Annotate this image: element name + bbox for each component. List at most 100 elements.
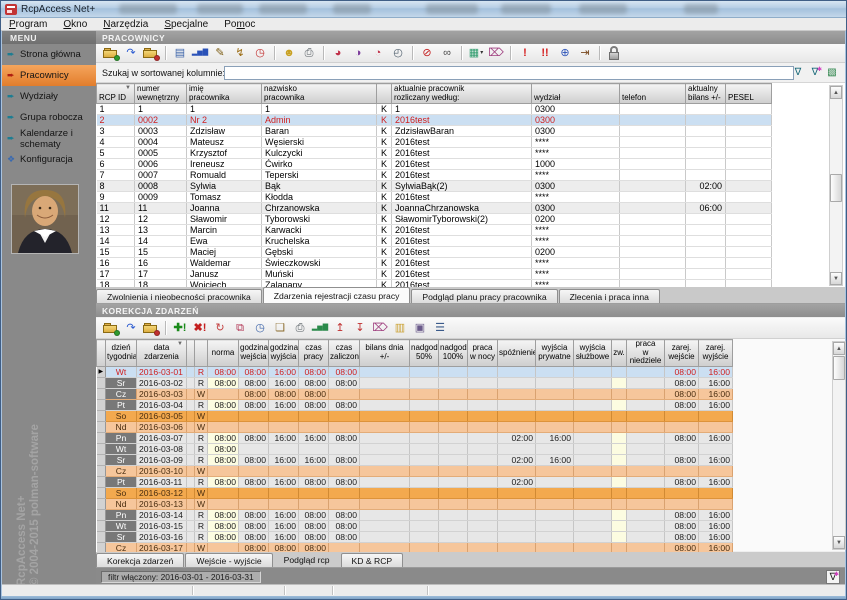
column-header[interactable]: aktualnie pracownik rozliczany według:: [392, 84, 532, 104]
column-header[interactable]: czas pracy: [299, 340, 329, 367]
color-grid-icon[interactable]: ▦▾: [467, 45, 485, 61]
exit-person-icon[interactable]: ⇥: [576, 45, 594, 61]
rcp-report-crimson-icon[interactable]: ◔: [369, 45, 387, 61]
event-row[interactable]: Wt2016-03-08R08:00: [97, 443, 733, 454]
undo-icon[interactable]: ↷: [122, 45, 140, 61]
employee-row[interactable]: 1212SławomirTyborowskiKSławomirTyborowsk…: [97, 214, 772, 225]
event-row[interactable]: ▶Wt2016-03-01R08:0008:0016:0008:0008:000…: [97, 366, 733, 377]
column-header[interactable]: godzina wyjścia: [269, 340, 299, 367]
refresh-icon[interactable]: ↻: [211, 320, 229, 336]
column-header[interactable]: telefon: [620, 84, 686, 104]
event-row[interactable]: Cz2016-03-10W: [97, 465, 733, 476]
zoom-in-icon[interactable]: ⊕: [556, 45, 574, 61]
delete-event-icon[interactable]: ✖!: [191, 320, 209, 336]
to-bottom-icon[interactable]: ↧: [351, 320, 369, 336]
binoculars-icon[interactable]: ∞: [438, 45, 456, 61]
tab-zwolnienia-i-nieobecności-pracownika[interactable]: Zwolnienia i nieobecności pracownika: [96, 289, 262, 303]
sidebar-item-grupa-robocza[interactable]: ➨Grupa robocza: [2, 107, 96, 128]
event-row[interactable]: Sr2016-03-02R08:0008:0016:0008:0008:0008…: [97, 377, 733, 388]
column-header[interactable]: RCP ID▼: [97, 84, 135, 104]
column-header[interactable]: PESEL: [726, 84, 772, 104]
open-folder-icon[interactable]: [102, 45, 120, 61]
import-folder-icon[interactable]: [142, 45, 160, 61]
copy-icon[interactable]: ❏: [271, 320, 289, 336]
column-header[interactable]: spóźnienie: [498, 340, 536, 367]
scheme-icon[interactable]: ⧉: [231, 320, 249, 336]
event-row[interactable]: Pn2016-03-07R08:0008:0016:0016:0008:0002…: [97, 432, 733, 443]
scroll-thumb[interactable]: [833, 356, 845, 380]
column-header[interactable]: wyjścia prywatne: [536, 340, 574, 367]
employee-row[interactable]: 1111K10300: [97, 104, 772, 115]
filter-button[interactable]: ∇✱: [826, 570, 840, 584]
filter-icon[interactable]: ∇: [791, 66, 805, 80]
employee-row[interactable]: 90009TomaszKłoddaK2016test****: [97, 192, 772, 203]
clock-icon[interactable]: ◷: [251, 320, 269, 336]
events-scrollbar[interactable]: ▲ ▼: [832, 341, 846, 550]
employee-row[interactable]: 30003ZdzisławBaranKZdzisławBaran0300: [97, 126, 772, 137]
scroll-up-icon[interactable]: ▲: [833, 342, 845, 355]
scroll-down-icon[interactable]: ▼: [830, 272, 842, 285]
column-header[interactable]: aktualny bilans +/-: [686, 84, 726, 104]
column-header[interactable]: norma: [208, 340, 239, 367]
edit-icon[interactable]: ✎: [211, 45, 229, 61]
scroll-up-icon[interactable]: ▲: [830, 86, 842, 99]
column-header[interactable]: [187, 340, 195, 367]
employee-row[interactable]: 20002Nr 2AdminK2016test0300: [97, 115, 772, 126]
column-header[interactable]: nadgodz. 50%: [410, 340, 439, 367]
column-header[interactable]: praca w nocy: [468, 340, 498, 367]
rcp-report-purple-icon[interactable]: ◑: [349, 45, 367, 61]
double-alert-icon[interactable]: !!: [536, 45, 554, 61]
tab-podgląd-planu-pracy-pracownika[interactable]: Podgląd planu pracy pracownika: [411, 289, 557, 303]
employee-row[interactable]: 70007RomualdTeperskiK2016test****: [97, 170, 772, 181]
event-row[interactable]: Nd2016-03-13W: [97, 498, 733, 509]
column-header[interactable]: wyjścia służbowe: [574, 340, 612, 367]
open-folder-icon[interactable]: [102, 320, 120, 336]
employee-row[interactable]: 40004MateuszWęsierskiK2016test****: [97, 137, 772, 148]
eraser-icon[interactable]: ⌦: [487, 45, 505, 61]
employee-row[interactable]: 80008SylwiaBąkKSylwiaBąk(2)030002:00: [97, 181, 772, 192]
event-row[interactable]: So2016-03-12W: [97, 487, 733, 498]
employees-scrollbar[interactable]: ▲ ▼: [829, 85, 843, 286]
operations-icon[interactable]: ↯: [231, 45, 249, 61]
card-index-icon[interactable]: ▤: [171, 45, 189, 61]
sidebar-item-wydziały[interactable]: ➨Wydziały: [2, 86, 96, 107]
employee-row[interactable]: 1515MaciejGębskiK2016test0200: [97, 247, 772, 258]
event-row[interactable]: Cz2016-03-03W08:0008:0008:0008:0016:00: [97, 388, 733, 399]
sidebar-item-konfiguracja[interactable]: ❖Konfiguracja: [2, 149, 96, 170]
event-row[interactable]: Sr2016-03-09R08:0008:0016:0016:0008:0002…: [97, 454, 733, 465]
add-event-icon[interactable]: ✚!: [171, 320, 189, 336]
scroll-down-icon[interactable]: ▼: [833, 536, 845, 549]
import-folder-icon[interactable]: [142, 320, 160, 336]
tab-zdarzenia-rejestracji-czasu-pracy[interactable]: Zdarzenia rejestracji czasu pracy: [263, 287, 411, 303]
scroll-thumb[interactable]: [830, 174, 842, 202]
menu-specjalne[interactable]: Specjalne: [156, 19, 216, 30]
employee-row[interactable]: 1111JoannaChrzanowskaKJoannaChrzanowska0…: [97, 203, 772, 214]
undo-icon[interactable]: ↷: [122, 320, 140, 336]
sidebar-item-strona-główna[interactable]: ➨Strona główna: [2, 44, 96, 65]
badge-icon[interactable]: ▥: [391, 320, 409, 336]
to-top-icon[interactable]: ↥: [331, 320, 349, 336]
menu-pomoc[interactable]: Pomoc: [216, 19, 263, 30]
column-header[interactable]: nazwisko pracownika: [262, 84, 377, 104]
clock-icon[interactable]: ◴: [389, 45, 407, 61]
event-row[interactable]: Pn2016-03-14R08:0008:0016:0008:0008:0008…: [97, 509, 733, 520]
event-row[interactable]: Pt2016-03-04R08:0008:0016:0008:0008:0008…: [97, 399, 733, 410]
block-icon[interactable]: ⊘: [418, 45, 436, 61]
column-header[interactable]: bilans dnia +/-: [360, 340, 410, 367]
column-header[interactable]: godzina wejścia: [239, 340, 269, 367]
lock-icon[interactable]: [605, 45, 623, 61]
menu-okno[interactable]: Okno: [55, 19, 95, 30]
event-row[interactable]: Pt2016-03-11R08:0008:0016:0008:0008:0002…: [97, 476, 733, 487]
tab-kd-&-rcp[interactable]: KD & RCP: [341, 553, 404, 567]
column-header[interactable]: zarej. wejście: [665, 340, 699, 367]
search-input[interactable]: [224, 66, 794, 80]
column-header[interactable]: dzień tygodnia: [106, 340, 137, 367]
column-header[interactable]: numer wewnętrzny: [135, 84, 187, 104]
employee-row[interactable]: 60006IreneuszĆwirkoK2016test1000: [97, 159, 772, 170]
menu-narzędzia[interactable]: Narzędzia: [95, 19, 156, 30]
filter-edit-icon[interactable]: ∇✱: [808, 66, 822, 80]
column-header[interactable]: praca w niedziele: [627, 340, 665, 367]
employee-row[interactable]: 1616WaldemarŚwieczkowskiK2016test****: [97, 258, 772, 269]
column-header[interactable]: [195, 340, 208, 367]
employee-row[interactable]: 50005KrzysztofKulczyckiK2016test****: [97, 148, 772, 159]
